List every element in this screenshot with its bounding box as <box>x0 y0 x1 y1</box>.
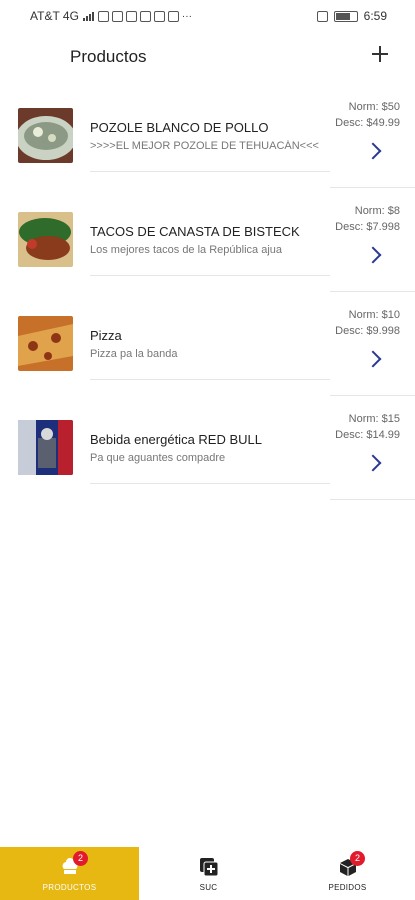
battery-icon <box>333 10 358 22</box>
product-thumbnail <box>18 212 73 267</box>
add-box-icon <box>199 858 218 877</box>
tab-productos[interactable]: 2 PRODUCTOS <box>0 847 139 900</box>
product-list: POZOLE BLANCO DE POLLO >>>>EL MEJOR POZO… <box>0 84 415 500</box>
tab-label: PEDIDOS <box>328 883 367 892</box>
price-box: Norm: $10 Desc: $9.998 <box>330 292 415 396</box>
wifi-icon <box>97 10 109 22</box>
notification-icon <box>167 10 179 22</box>
product-item[interactable]: TACOS DE CANASTA DE BISTECK Los mejores … <box>0 188 415 292</box>
more-icon: ··· <box>181 10 192 22</box>
status-bar: AT&T 4G ··· 6:59 <box>0 0 415 32</box>
divider <box>90 379 330 380</box>
notification-icons: ··· <box>97 10 192 22</box>
chevron-right-icon[interactable] <box>364 246 382 264</box>
notification-icon <box>139 10 151 22</box>
carrier-label: AT&T 4G <box>30 9 79 23</box>
product-name: Pizza <box>90 328 122 343</box>
tab-label: SUC <box>199 883 218 892</box>
tab-label: PRODUCTOS <box>42 883 97 892</box>
price-normal: Norm: $10 <box>348 309 400 321</box>
price-normal: Norm: $8 <box>354 205 400 217</box>
chevron-right-icon[interactable] <box>364 454 382 472</box>
product-thumbnail <box>18 420 73 475</box>
bottom-nav: 2 PRODUCTOS SUC 2 PEDIDOS <box>0 847 415 900</box>
page-title: Productos <box>70 47 147 66</box>
status-left: AT&T 4G ··· <box>30 9 192 23</box>
vibrate-icon <box>316 10 328 22</box>
product-item[interactable]: Bebida energética RED BULL Pa que aguant… <box>0 396 415 500</box>
price-box: Norm: $8 Desc: $7.998 <box>330 188 415 292</box>
notification-icon <box>153 10 165 22</box>
notification-badge: 2 <box>350 851 365 866</box>
product-name: Bebida energética RED BULL <box>90 432 262 447</box>
status-right: 6:59 <box>316 9 387 23</box>
divider <box>90 275 330 276</box>
notification-badge: 2 <box>73 851 88 866</box>
product-description: >>>>EL MEJOR POZOLE DE TEHUACÁN<<< <box>90 140 319 152</box>
app-header: Productos <box>0 32 415 84</box>
add-product-button[interactable] <box>367 42 393 68</box>
divider <box>90 171 330 172</box>
product-description: Pizza pa la banda <box>90 348 178 360</box>
price-box: Norm: $15 Desc: $14.99 <box>330 396 415 500</box>
tab-suc[interactable]: SUC <box>139 847 278 900</box>
price-discount: Desc: $49.99 <box>335 117 400 129</box>
product-thumbnail <box>18 316 73 371</box>
product-description: Los mejores tacos de la República ajua <box>90 244 283 256</box>
chevron-right-icon[interactable] <box>364 350 382 368</box>
tab-pedidos[interactable]: 2 PEDIDOS <box>278 847 415 900</box>
notification-icon <box>111 10 123 22</box>
price-normal: Norm: $50 <box>348 101 400 113</box>
chevron-right-icon[interactable] <box>364 142 382 160</box>
product-description: Pa que aguantes compadre <box>90 452 226 464</box>
price-discount: Desc: $9.998 <box>335 325 400 337</box>
price-box: Norm: $50 Desc: $49.99 <box>330 84 415 188</box>
clock: 6:59 <box>363 9 387 23</box>
product-item[interactable]: Pizza Pizza pa la banda Norm: $10 Desc: … <box>0 292 415 396</box>
price-discount: Desc: $7.998 <box>335 221 400 233</box>
price-normal: Norm: $15 <box>348 413 400 425</box>
product-name: TACOS DE CANASTA DE BISTECK <box>90 224 300 239</box>
price-discount: Desc: $14.99 <box>335 429 400 441</box>
product-item[interactable]: POZOLE BLANCO DE POLLO >>>>EL MEJOR POZO… <box>0 84 415 188</box>
product-thumbnail <box>18 108 73 163</box>
notification-icon <box>125 10 137 22</box>
product-name: POZOLE BLANCO DE POLLO <box>90 120 269 135</box>
signal-icon <box>82 11 94 21</box>
divider <box>90 483 330 484</box>
